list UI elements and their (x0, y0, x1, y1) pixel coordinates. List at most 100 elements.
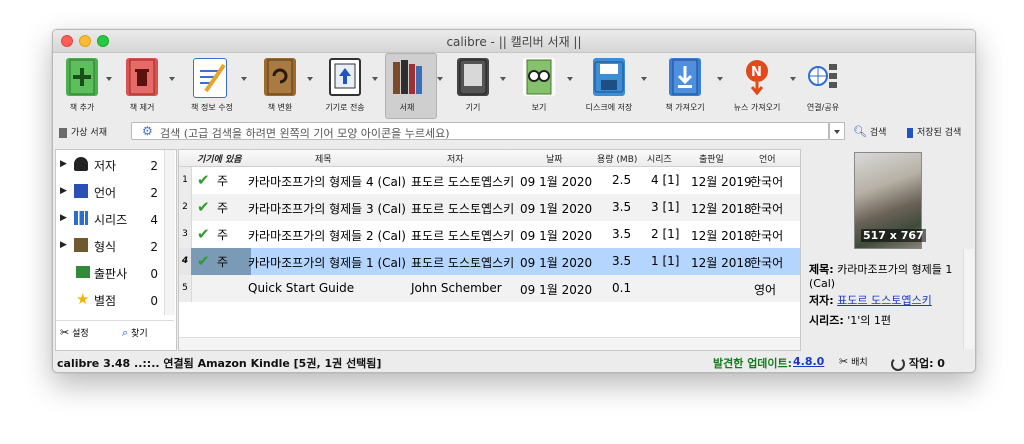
convert-book-button[interactable]: 책 변환 (259, 55, 323, 117)
layout-icon: ✂ (839, 355, 849, 368)
device-icon (457, 58, 489, 96)
wrench-icon: ✂ (60, 326, 70, 339)
edit-metadata-icon (193, 58, 227, 98)
title-bar: calibre - || 캘리버 서재 || (53, 30, 975, 53)
saved-searches-button[interactable]: 저장된 검색 (907, 125, 961, 138)
device-button[interactable]: 기기 (453, 55, 513, 117)
search-input[interactable]: ⚙ 검색 (고급 검색을 하려면 왼쪽의 기어 모양 아이콘을 누르세요) (131, 122, 829, 140)
column-header-author[interactable]: 저자 (447, 152, 464, 165)
check-icon: ✔ (197, 252, 210, 270)
book-list-hscrollbar[interactable] (179, 337, 800, 350)
save-to-disk-dropdown-icon[interactable] (641, 77, 647, 81)
publisher-icon (76, 266, 90, 278)
virtual-library-icon (59, 127, 67, 138)
find-button[interactable]: ⌕ 찾기 (122, 326, 148, 340)
expand-arrow-icon[interactable]: ▶ (60, 213, 67, 223)
check-icon: ✔ (197, 171, 210, 189)
update-version-link[interactable]: 4.8.0 (793, 355, 824, 368)
expand-arrow-icon[interactable]: ▶ (60, 159, 67, 169)
details-author-link[interactable]: 표도르 도스토옙스키 (837, 294, 932, 307)
remove-book-icon (126, 58, 158, 96)
view-button[interactable]: 보기 (519, 55, 579, 117)
send-to-device-dropdown-icon[interactable] (372, 77, 378, 81)
book-list: 기기에 있음 제목 저자 날짜 용량 (MB) 시리즈 출판일 언어 1 ✔ 주 … (178, 149, 801, 351)
jobs-button[interactable]: 작업: 0 (891, 355, 945, 371)
connect-share-icon (807, 58, 839, 96)
search-button[interactable]: 🔍︎ 검색 (853, 125, 886, 138)
view-icon (523, 58, 555, 96)
status-text: calibre 3.48 ..::.. 연결됨 Amazon Kindle [5… (57, 357, 382, 370)
book-list-header: 기기에 있음 제목 저자 날짜 용량 (MB) 시리즈 출판일 언어 (179, 150, 800, 167)
get-books-icon (669, 58, 701, 96)
settings-button[interactable]: ✂ 설정 (60, 326, 89, 339)
library-button[interactable]: 서재 (387, 55, 447, 117)
check-icon: ✔ (197, 198, 210, 216)
remove-book-dropdown-icon[interactable] (169, 77, 175, 81)
series-icon (74, 211, 88, 225)
save-to-disk-icon (593, 58, 625, 96)
sidebar-item-formats[interactable]: ▶ 형식 2 (56, 233, 174, 259)
search-bar: 가상 서재 ⚙ 검색 (고급 검색을 하려면 왼쪽의 기어 모양 아이콘을 누르… (53, 121, 975, 143)
svg-text:N: N (751, 65, 762, 80)
search-gear-icon[interactable]: ⚙ (142, 124, 153, 138)
sidebar-item-publishers[interactable]: 출판사 0 (56, 260, 174, 286)
layout-button[interactable]: ✂ 배치 (839, 355, 868, 368)
sidebar-item-languages[interactable]: ▶ 언어 2 (56, 179, 174, 205)
sidebar-item-authors[interactable]: ▶ 저자 2 (56, 152, 174, 178)
edit-metadata-button[interactable]: 책 정보 수정 (187, 55, 257, 117)
status-bar: calibre 3.48 ..::.. 연결됨 Amazon Kindle [5… (53, 351, 975, 372)
bookmark-icon (907, 127, 913, 138)
add-book-icon (66, 58, 98, 96)
fetch-news-dropdown-icon[interactable] (790, 77, 796, 81)
remove-book-button[interactable]: 책 제거 (123, 55, 183, 117)
fetch-news-button[interactable]: N 뉴스 가져오기 (725, 55, 796, 117)
table-row[interactable]: 3 ✔ 주 카라마조프가의 형제들 2 (Cal) 표도르 도스토옙스키 09 1… (179, 221, 800, 248)
search-icon: ⌕ (122, 326, 129, 339)
window-title: calibre - || 캘리버 서재 || (446, 35, 582, 49)
column-header-series[interactable]: 시리즈 (647, 152, 672, 165)
tag-browser: ▶ 저자 2 ▶ 언어 2 ▶ 시리즈 4 ▶ 형식 2 출판사 0 ★ 별점 … (55, 149, 177, 351)
convert-book-icon (264, 58, 296, 96)
send-to-device-icon (329, 58, 361, 96)
virtual-library-button[interactable]: 가상 서재 (59, 125, 107, 138)
cover-size-label: 517 x 767 (861, 229, 926, 242)
get-books-dropdown-icon[interactable] (717, 77, 723, 81)
sidebar-item-rating[interactable]: ★ 별점 0 (56, 287, 174, 313)
column-header-pubdate[interactable]: 출판일 (699, 152, 724, 165)
convert-book-dropdown-icon[interactable] (307, 77, 313, 81)
main-toolbar: 책 추가 책 제거 책 정보 수정 책 변환 기기로 전송 서재 기기 보기 디… (53, 53, 975, 119)
details-scrollbar[interactable] (963, 249, 974, 349)
update-label: 발견한 업데이트: (713, 357, 793, 370)
column-header-size[interactable]: 용량 (MB) (597, 152, 637, 165)
sidebar-scrollbar[interactable] (164, 150, 175, 315)
expand-arrow-icon[interactable]: ▶ (60, 240, 67, 250)
language-icon (74, 184, 88, 198)
search-history-dropdown[interactable] (829, 122, 845, 140)
sidebar-divider (56, 320, 174, 321)
edit-metadata-dropdown-icon[interactable] (241, 77, 247, 81)
chevron-down-icon (834, 130, 840, 134)
expand-arrow-icon[interactable]: ▶ (60, 186, 67, 196)
save-to-disk-button[interactable]: 디스크에 저장 (583, 55, 653, 117)
table-row[interactable]: 5 Quick Start Guide John Schember 09 1월 … (179, 275, 800, 302)
sidebar-item-series[interactable]: ▶ 시리즈 4 (56, 206, 174, 232)
library-icon (391, 58, 423, 96)
table-row[interactable]: 1 ✔ 주 카라마조프가의 형제들 4 (Cal) 표도르 도스토옙스키 09 1… (179, 167, 800, 194)
connect-share-button[interactable]: 연결/공유 (797, 55, 855, 117)
format-icon (74, 238, 88, 252)
get-books-button[interactable]: 책 가져오기 (657, 55, 723, 117)
column-header-on-device[interactable]: 기기에 있음 (197, 152, 242, 165)
rating-icon: ★ (76, 290, 90, 308)
add-book-button[interactable]: 책 추가 (61, 55, 121, 117)
details-series: '1'의 1편 (847, 314, 892, 327)
device-dropdown-icon[interactable] (500, 77, 506, 81)
add-book-dropdown-icon[interactable] (106, 77, 112, 81)
column-header-language[interactable]: 언어 (759, 152, 776, 165)
table-row-selected[interactable]: 4 ✔ 주 카라마조프가의 형제들 1 (Cal) 표도르 도스토옙스키 09 1… (179, 248, 800, 275)
column-header-title[interactable]: 제목 (315, 152, 332, 165)
send-to-device-button[interactable]: 기기로 전송 (325, 55, 385, 117)
library-dropdown-icon[interactable] (437, 77, 443, 81)
table-row[interactable]: 2 ✔ 주 카라마조프가의 형제들 3 (Cal) 표도르 도스토옙스키 09 1… (179, 194, 800, 221)
column-header-date[interactable]: 날짜 (546, 152, 563, 165)
view-dropdown-icon[interactable] (567, 77, 573, 81)
